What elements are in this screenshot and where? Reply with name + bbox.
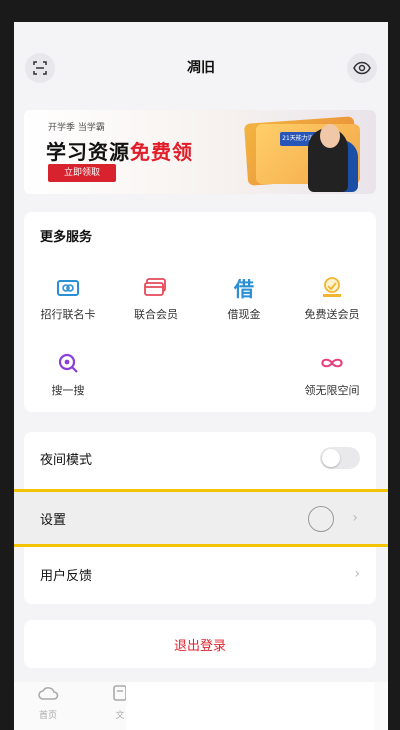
service-label: 领无限空间 <box>304 384 360 397</box>
logout-button[interactable]: 退出登录 <box>24 620 376 668</box>
chevron-right-icon: › <box>354 566 360 582</box>
service-label: 搜一搜 <box>51 384 85 397</box>
service-label: 免费送会员 <box>304 308 360 321</box>
status-bar <box>14 22 388 36</box>
banner-headline: 学习资源免费领 <box>46 136 193 165</box>
member-card-icon <box>144 278 166 296</box>
service-label: 借现金 <box>227 308 261 321</box>
home-cloud-icon <box>38 687 59 700</box>
service-borrow-cash[interactable]: 借 借现金 <box>200 274 288 322</box>
logout-label: 退出登录 <box>173 638 226 654</box>
bottom-tab-bar: 首页 文 <box>14 682 388 730</box>
search-icon <box>58 353 78 373</box>
service-label: 联合会员 <box>134 308 178 321</box>
feedback-label: 用户反馈 <box>40 568 93 584</box>
borrow-cash-icon: 借 <box>231 274 257 301</box>
gift-member-icon <box>323 277 341 297</box>
infinity-icon <box>321 358 343 368</box>
service-free-member[interactable]: 免费送会员 <box>288 274 376 322</box>
night-mode-label: 夜间模式 <box>40 452 93 468</box>
chevron-right-icon: › <box>352 510 358 526</box>
promo-banner[interactable]: 开学季 当学霸 学习资源免费领 立即领取 21天能力训练营 <box>24 110 376 194</box>
tabbar-occlusion <box>126 682 374 730</box>
service-search[interactable]: 搜一搜 <box>24 350 112 398</box>
tab-label: 首页 <box>38 711 57 721</box>
settings-label: 设置 <box>40 512 67 528</box>
banner-subtitle: 开学季 当学霸 <box>48 123 105 133</box>
scan-icon <box>33 61 47 75</box>
settings-card: 夜间模式 设置 › 用户反馈 › <box>14 432 388 604</box>
settings-row[interactable]: 设置 › <box>14 489 388 547</box>
bank-card-icon <box>57 280 79 296</box>
feedback-row[interactable]: 用户反馈 › <box>24 548 376 600</box>
service-unlimited-space[interactable]: 领无限空间 <box>288 350 376 398</box>
page-title: 凋旧 <box>187 60 215 76</box>
service-label: 招行联名卡 <box>40 308 96 321</box>
eye-button[interactable] <box>347 53 377 83</box>
banner-claim-button[interactable]: 立即领取 <box>48 164 116 182</box>
service-bank-card[interactable]: 招行联名卡 <box>24 274 112 322</box>
eye-icon <box>353 61 371 75</box>
services-title: 更多服务 <box>40 230 93 245</box>
app-screen: 凋旧 开学季 当学霸 学习资源免费领 立即领取 21天能力训练营 更多服务 招行… <box>14 22 388 730</box>
night-mode-row: 夜间模式 <box>24 432 376 484</box>
banner-headline-red: 免费领 <box>130 140 193 164</box>
tab-home[interactable]: 首页 <box>18 684 78 721</box>
night-mode-toggle[interactable] <box>320 447 360 469</box>
tap-indicator-icon <box>308 506 334 532</box>
banner-person-face <box>320 124 340 148</box>
top-nav: 凋旧 <box>14 36 388 98</box>
service-joint-member[interactable]: 联合会员 <box>112 274 200 322</box>
more-services-card: 更多服务 招行联名卡 联合会员 借 借现金 免费送会员 搜一搜 领无限空间 <box>24 212 376 412</box>
banner-headline-black: 学习资源 <box>46 140 130 164</box>
scan-button[interactable] <box>25 53 55 83</box>
borrow-cash-glyph: 借 <box>234 276 254 301</box>
